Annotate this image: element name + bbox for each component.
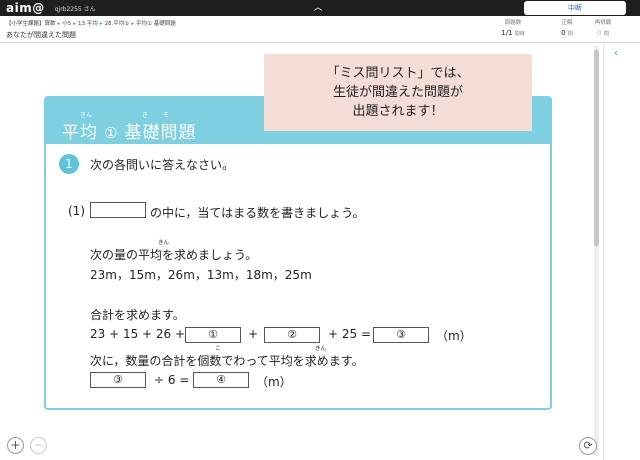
division-text: ÷ 6 = (154, 373, 190, 387)
question-count-value: 1/1 問目 (501, 29, 525, 37)
ruby-text: きん (158, 240, 170, 246)
callout-line: 「ミス問リスト」では、 (326, 66, 470, 81)
user-name: qjrb2255 さん (54, 5, 96, 13)
ruby-text: きん (315, 346, 327, 352)
scrollbar-thumb[interactable] (594, 50, 599, 246)
vertical-scrollbar[interactable] (594, 46, 599, 456)
ruby-text: こ (215, 346, 221, 352)
data-values: 23m，15m，26m，13m，18m，25m (90, 268, 312, 282)
breadcrumb-item: 28.平均① (104, 21, 130, 27)
answer-blank-2[interactable]: ② (264, 327, 320, 343)
zoom-in-button[interactable]: + (7, 437, 24, 454)
answer-blank-4[interactable]: ④ (193, 372, 249, 388)
breadcrumb-item: 13.平均 (78, 21, 98, 27)
equation-left: 23 + 15 + 26 + (90, 327, 186, 341)
page-title: あなたが間違えた問題 (6, 31, 76, 39)
line-sum-prompt: 合計を求めます。 (90, 308, 185, 322)
unit-label: （m） (436, 329, 472, 343)
equation-mid: + 25 = (328, 327, 372, 341)
plus-sign: + (248, 327, 259, 341)
right-panel: ‹ (603, 44, 640, 460)
question-instruction: 次の各問いに答えなさい。 (90, 158, 235, 172)
answer-blank-3[interactable]: ③ (373, 327, 429, 343)
header: 【小学生課題】算数 ▸ 小5 ▸ 13.平均 ▸ 28.平均① ▸ 平均① 基礎問題 あなたが間… (0, 16, 640, 43)
callout-line: 出題されます！ (352, 104, 444, 119)
part-instruction: の中に，当てはまる数を書きましょう。 (150, 206, 365, 220)
top-bar: aim@ qjrb2255 さん ︿ 中断 (0, 0, 640, 16)
info-callout: 「ミス問リスト」では、 生徒が間違えた問題が 出題されます！ (264, 54, 532, 131)
unit-label: （m） (256, 375, 292, 389)
pause-button[interactable]: 中断 (524, 1, 626, 15)
problem-card: きん き そ 平均 ① 基礎問題 1 次の各問いに答えなさい。 (1) の中に，当て… (44, 96, 552, 410)
app-logo: aim@ (6, 1, 45, 15)
retry-value: 0 問 (597, 29, 609, 37)
refresh-icon[interactable]: ⟳ (579, 437, 597, 455)
correct-value: 0 問 (561, 29, 573, 37)
chevron-up-icon[interactable]: ︿ (311, 2, 325, 14)
card-title: 平均 ① 基礎問題 (62, 123, 197, 143)
correct-label: 正解 (561, 20, 573, 26)
zoom-out-button[interactable]: − (30, 437, 47, 454)
question-count-label: 問題数 (504, 20, 522, 26)
breadcrumb-item: 小5 (62, 21, 72, 27)
answer-blank-3-reuse[interactable]: ③ (90, 372, 146, 388)
answer-blank-1[interactable]: ① (185, 327, 241, 343)
breadcrumb-item: 【小学生課題】算数 (6, 21, 56, 27)
breadcrumb-item: 平均① 基礎問題 (136, 21, 176, 27)
retry-label: 再挑戦 (594, 20, 612, 26)
chevron-left-icon[interactable]: ‹ (614, 48, 618, 59)
breadcrumb: 【小学生課題】算数 ▸ 小5 ▸ 13.平均 ▸ 28.平均① ▸ 平均① 基礎問題 (6, 21, 176, 27)
line-divide-prompt: 次に，数量の合計を個数でわって平均を求めます。 (90, 354, 364, 368)
question-number-badge: 1 (59, 154, 79, 174)
line-average-prompt: 次の量の平均を求めましょう。 (90, 248, 258, 262)
callout-line: 生徒が間違えた問題が (332, 85, 463, 100)
part-label: (1) (68, 204, 85, 218)
blank-box-example (90, 202, 146, 218)
